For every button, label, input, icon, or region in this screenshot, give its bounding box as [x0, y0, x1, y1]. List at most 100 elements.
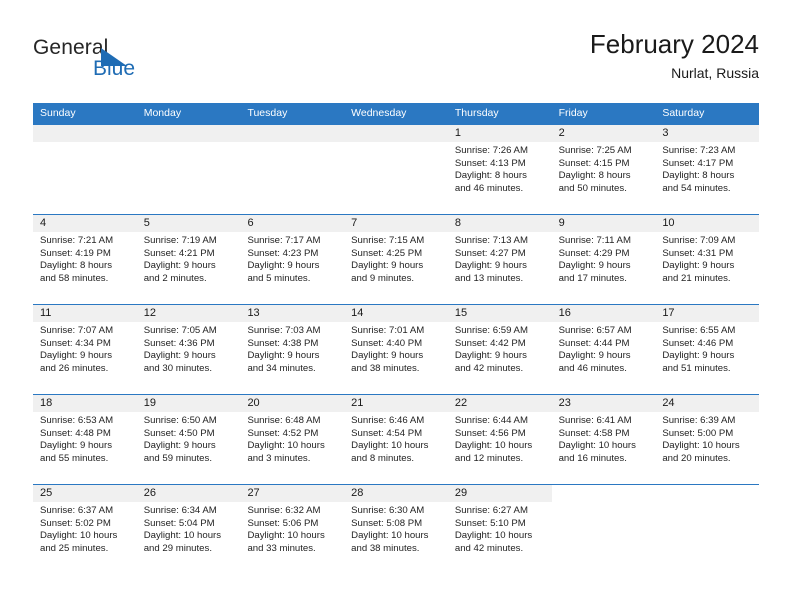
- day-cell[interactable]: 4 Sunrise: 7:21 AM Sunset: 4:19 PM Dayli…: [33, 215, 137, 304]
- sunrise-text: Sunrise: 6:46 AM: [351, 415, 425, 426]
- day-cell[interactable]: 10 Sunrise: 7:09 AM Sunset: 4:31 PM Dayl…: [655, 215, 760, 304]
- page-title: February 2024: [589, 29, 759, 59]
- day-cell[interactable]: 28 Sunrise: 6:30 AM Sunset: 5:08 PM Dayl…: [344, 485, 448, 574]
- day-cell[interactable]: 26 Sunrise: 6:34 AM Sunset: 5:04 PM Dayl…: [136, 485, 241, 574]
- daylight-text-line2: and 2 minutes.: [143, 272, 207, 284]
- sunrise-text: Sunrise: 7:07 AM: [40, 325, 114, 336]
- daylight-text-line1: Daylight: 10 hours: [351, 440, 429, 452]
- date-number: 1: [447, 125, 552, 142]
- daylight-text-line1: Daylight: 9 hours: [247, 260, 320, 272]
- day-cell[interactable]: 13 Sunrise: 7:03 AM Sunset: 4:38 PM Dayl…: [240, 305, 345, 394]
- sunset-text: Sunset: 4:25 PM: [351, 247, 423, 259]
- daylight-text-line1: Daylight: 8 hours: [40, 260, 112, 272]
- date-number: 5: [136, 215, 241, 232]
- day-cell[interactable]: 19 Sunrise: 6:50 AM Sunset: 4:50 PM Dayl…: [136, 395, 241, 484]
- daylight-text-line2: and 38 minutes.: [351, 542, 420, 554]
- daylight-text-line2: and 12 minutes.: [454, 452, 524, 464]
- sunset-text: Sunset: 4:23 PM: [247, 247, 319, 259]
- week-row: 4 Sunrise: 7:21 AM Sunset: 4:19 PM Dayli…: [33, 214, 760, 304]
- day-info: Sunrise: 6:37 AM Sunset: 5:02 PM Dayligh…: [33, 502, 137, 555]
- day-cell[interactable]: 1 Sunrise: 7:26 AM Sunset: 4:13 PM Dayli…: [447, 125, 552, 214]
- brand-logo[interactable]: General Blue: [33, 36, 233, 88]
- daylight-text-line2: and 3 minutes.: [247, 452, 311, 464]
- date-number: 19: [136, 395, 241, 412]
- day-cell[interactable]: 9 Sunrise: 7:11 AM Sunset: 4:29 PM Dayli…: [551, 215, 656, 304]
- daylight-text-line2: and 20 minutes.: [662, 452, 731, 464]
- sunrise-text: Sunrise: 7:03 AM: [247, 325, 321, 336]
- daylight-text-line1: Daylight: 9 hours: [351, 350, 424, 362]
- sunrise-text: Sunrise: 6:39 AM: [662, 415, 736, 426]
- day-info: Sunrise: 6:34 AM Sunset: 5:04 PM Dayligh…: [137, 502, 241, 555]
- sunset-text: Sunset: 4:34 PM: [40, 337, 111, 349]
- sunset-text: Sunset: 5:04 PM: [143, 517, 215, 529]
- date-number: 21: [344, 395, 448, 412]
- date-number: 20: [240, 395, 345, 412]
- daylight-text-line1: Daylight: 10 hours: [351, 530, 429, 542]
- daylight-text-line2: and 17 minutes.: [558, 272, 627, 284]
- daylight-text-line1: Daylight: 10 hours: [247, 440, 325, 452]
- day-info: Sunrise: 7:25 AM Sunset: 4:15 PM Dayligh…: [552, 142, 656, 195]
- day-cell[interactable]: 12 Sunrise: 7:05 AM Sunset: 4:36 PM Dayl…: [136, 305, 241, 394]
- day-info: Sunrise: 7:03 AM Sunset: 4:38 PM Dayligh…: [240, 322, 344, 375]
- sunset-text: Sunset: 5:00 PM: [662, 427, 734, 439]
- sunrise-text: Sunrise: 7:11 AM: [558, 235, 631, 246]
- daylight-text-line2: and 8 minutes.: [351, 452, 415, 464]
- day-info: Sunrise: 7:09 AM Sunset: 4:31 PM Dayligh…: [655, 232, 759, 285]
- day-cell[interactable]: 27 Sunrise: 6:32 AM Sunset: 5:06 PM Dayl…: [240, 485, 345, 574]
- day-info: Sunrise: 6:48 AM Sunset: 4:52 PM Dayligh…: [240, 412, 344, 465]
- day-cell[interactable]: 5 Sunrise: 7:19 AM Sunset: 4:21 PM Dayli…: [136, 215, 241, 304]
- day-info: Sunrise: 6:44 AM Sunset: 4:56 PM Dayligh…: [448, 412, 552, 465]
- day-cell[interactable]: 11 Sunrise: 7:07 AM Sunset: 4:34 PM Dayl…: [33, 305, 137, 394]
- daylight-text-line2: and 26 minutes.: [40, 362, 109, 374]
- day-cell[interactable]: 6 Sunrise: 7:17 AM Sunset: 4:23 PM Dayli…: [240, 215, 345, 304]
- sunset-text: Sunset: 4:52 PM: [247, 427, 319, 439]
- day-cell[interactable]: 18 Sunrise: 6:53 AM Sunset: 4:48 PM Dayl…: [33, 395, 137, 484]
- day-cell[interactable]: 17 Sunrise: 6:55 AM Sunset: 4:46 PM Dayl…: [655, 305, 760, 394]
- day-cell[interactable]: 23 Sunrise: 6:41 AM Sunset: 4:58 PM Dayl…: [551, 395, 656, 484]
- day-cell-empty: [240, 125, 345, 214]
- day-cell[interactable]: 22 Sunrise: 6:44 AM Sunset: 4:56 PM Dayl…: [447, 395, 552, 484]
- daylight-text-line1: Daylight: 10 hours: [143, 530, 222, 542]
- weekday-header-row: Sunday Monday Tuesday Wednesday Thursday…: [33, 103, 759, 124]
- week-row: 11 Sunrise: 7:07 AM Sunset: 4:34 PM Dayl…: [33, 304, 760, 394]
- day-cell[interactable]: 25 Sunrise: 6:37 AM Sunset: 5:02 PM Dayl…: [33, 485, 137, 574]
- sunrise-text: Sunrise: 7:21 AM: [40, 235, 114, 246]
- sunset-text: Sunset: 4:44 PM: [558, 337, 630, 349]
- date-number: 11: [33, 305, 137, 322]
- date-number: 26: [136, 485, 241, 502]
- sunset-text: Sunset: 5:08 PM: [351, 517, 423, 529]
- sunrise-text: Sunrise: 7:13 AM: [454, 235, 528, 246]
- daylight-text-line2: and 33 minutes.: [247, 542, 316, 554]
- day-info: Sunrise: 6:55 AM Sunset: 4:46 PM Dayligh…: [655, 322, 759, 375]
- date-number: 18: [33, 395, 137, 412]
- day-info: Sunrise: 6:30 AM Sunset: 5:08 PM Dayligh…: [344, 502, 448, 555]
- daylight-text-line1: Daylight: 10 hours: [247, 530, 325, 542]
- day-cell[interactable]: 29 Sunrise: 6:27 AM Sunset: 5:10 PM Dayl…: [447, 485, 552, 574]
- daylight-text-line2: and 34 minutes.: [247, 362, 316, 374]
- date-number: 8: [447, 215, 552, 232]
- daylight-text-line2: and 42 minutes.: [454, 362, 524, 374]
- day-cell[interactable]: 8 Sunrise: 7:13 AM Sunset: 4:27 PM Dayli…: [447, 215, 552, 304]
- date-number: 2: [551, 125, 656, 142]
- date-number: 22: [447, 395, 552, 412]
- sunset-text: Sunset: 4:15 PM: [558, 157, 630, 169]
- day-cell[interactable]: 7 Sunrise: 7:15 AM Sunset: 4:25 PM Dayli…: [344, 215, 448, 304]
- daylight-text-line1: Daylight: 9 hours: [662, 260, 735, 272]
- day-cell[interactable]: 2 Sunrise: 7:25 AM Sunset: 4:15 PM Dayli…: [551, 125, 656, 214]
- day-cell[interactable]: 15 Sunrise: 6:59 AM Sunset: 4:42 PM Dayl…: [447, 305, 552, 394]
- day-cell[interactable]: 20 Sunrise: 6:48 AM Sunset: 4:52 PM Dayl…: [240, 395, 345, 484]
- day-cell[interactable]: 21 Sunrise: 6:46 AM Sunset: 4:54 PM Dayl…: [344, 395, 448, 484]
- sunset-text: Sunset: 4:42 PM: [454, 337, 526, 349]
- daylight-text-line2: and 46 minutes.: [558, 362, 627, 374]
- sunset-text: Sunset: 4:58 PM: [558, 427, 630, 439]
- day-cell[interactable]: 24 Sunrise: 6:39 AM Sunset: 5:00 PM Dayl…: [655, 395, 760, 484]
- sunset-text: Sunset: 4:17 PM: [662, 157, 734, 169]
- date-number: 23: [551, 395, 656, 412]
- daylight-text-line1: Daylight: 10 hours: [454, 530, 533, 542]
- day-cell[interactable]: 3 Sunrise: 7:23 AM Sunset: 4:17 PM Dayli…: [655, 125, 760, 214]
- day-cell[interactable]: 14 Sunrise: 7:01 AM Sunset: 4:40 PM Dayl…: [344, 305, 448, 394]
- day-cell-empty: [344, 125, 448, 214]
- sunrise-text: Sunrise: 7:26 AM: [454, 145, 528, 156]
- day-cell[interactable]: 16 Sunrise: 6:57 AM Sunset: 4:44 PM Dayl…: [551, 305, 656, 394]
- brand-name-blue: Blue: [93, 57, 136, 80]
